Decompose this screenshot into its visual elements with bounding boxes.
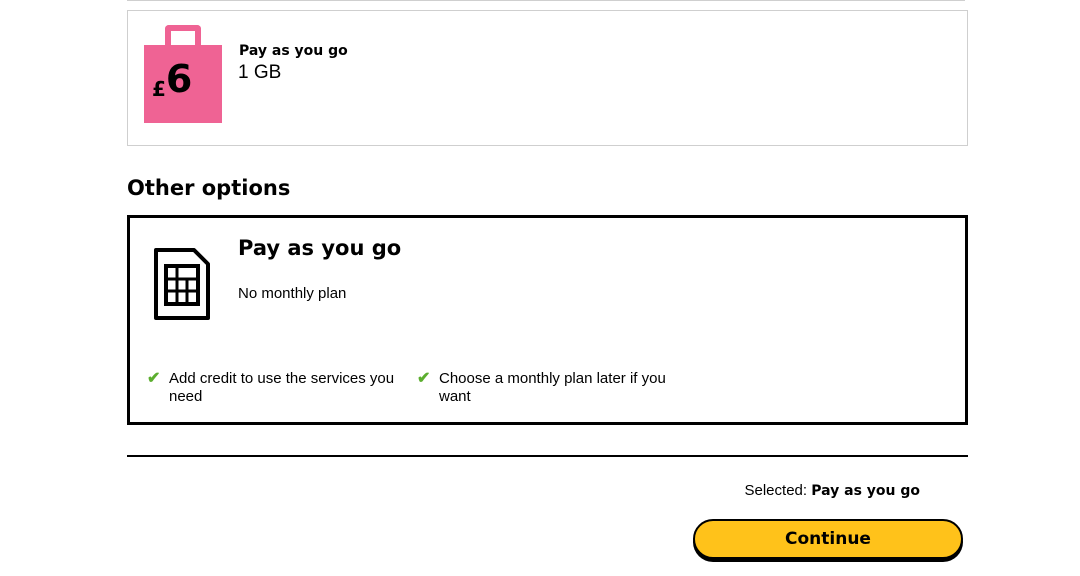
option-title: Pay as you go: [238, 236, 402, 260]
feature-text: Choose a monthly plan later if you want: [439, 370, 666, 405]
selected-label: Selected:: [744, 482, 808, 499]
bundle-price: £6: [152, 57, 192, 101]
selected-value: Pay as you go: [811, 483, 920, 499]
option-subtitle: No monthly plan: [238, 285, 347, 302]
bundle-currency: £: [152, 77, 166, 101]
bundle-card[interactable]: £6 Pay as you go 1 GB: [127, 10, 968, 146]
bundle-data-allowance: 1 GB: [238, 62, 282, 83]
continue-button[interactable]: Continue: [693, 519, 963, 559]
feature-item: ✔ Choose a monthly plan later if you wan…: [417, 370, 677, 406]
divider: [127, 455, 968, 457]
bundle-name: Pay as you go: [239, 43, 348, 59]
feature-text: Add credit to use the services you need: [169, 370, 395, 405]
selected-summary: Selected: Pay as you go: [745, 482, 921, 499]
pay-as-you-go-option-card[interactable]: Pay as you go No monthly plan ✔ Add cred…: [127, 215, 968, 425]
feature-item: ✔ Add credit to use the services you nee…: [147, 370, 407, 406]
bundle-price-value: 6: [165, 57, 192, 101]
check-icon: ✔: [417, 370, 431, 387]
shopping-bag-icon: £6: [144, 25, 222, 123]
page: £6 Pay as you go 1 GB Other options Pay …: [0, 0, 1080, 576]
previous-bundle-card[interactable]: [127, 0, 965, 1]
check-icon: ✔: [147, 370, 161, 387]
sim-card-icon: [154, 248, 210, 320]
other-options-heading: Other options: [127, 176, 291, 200]
